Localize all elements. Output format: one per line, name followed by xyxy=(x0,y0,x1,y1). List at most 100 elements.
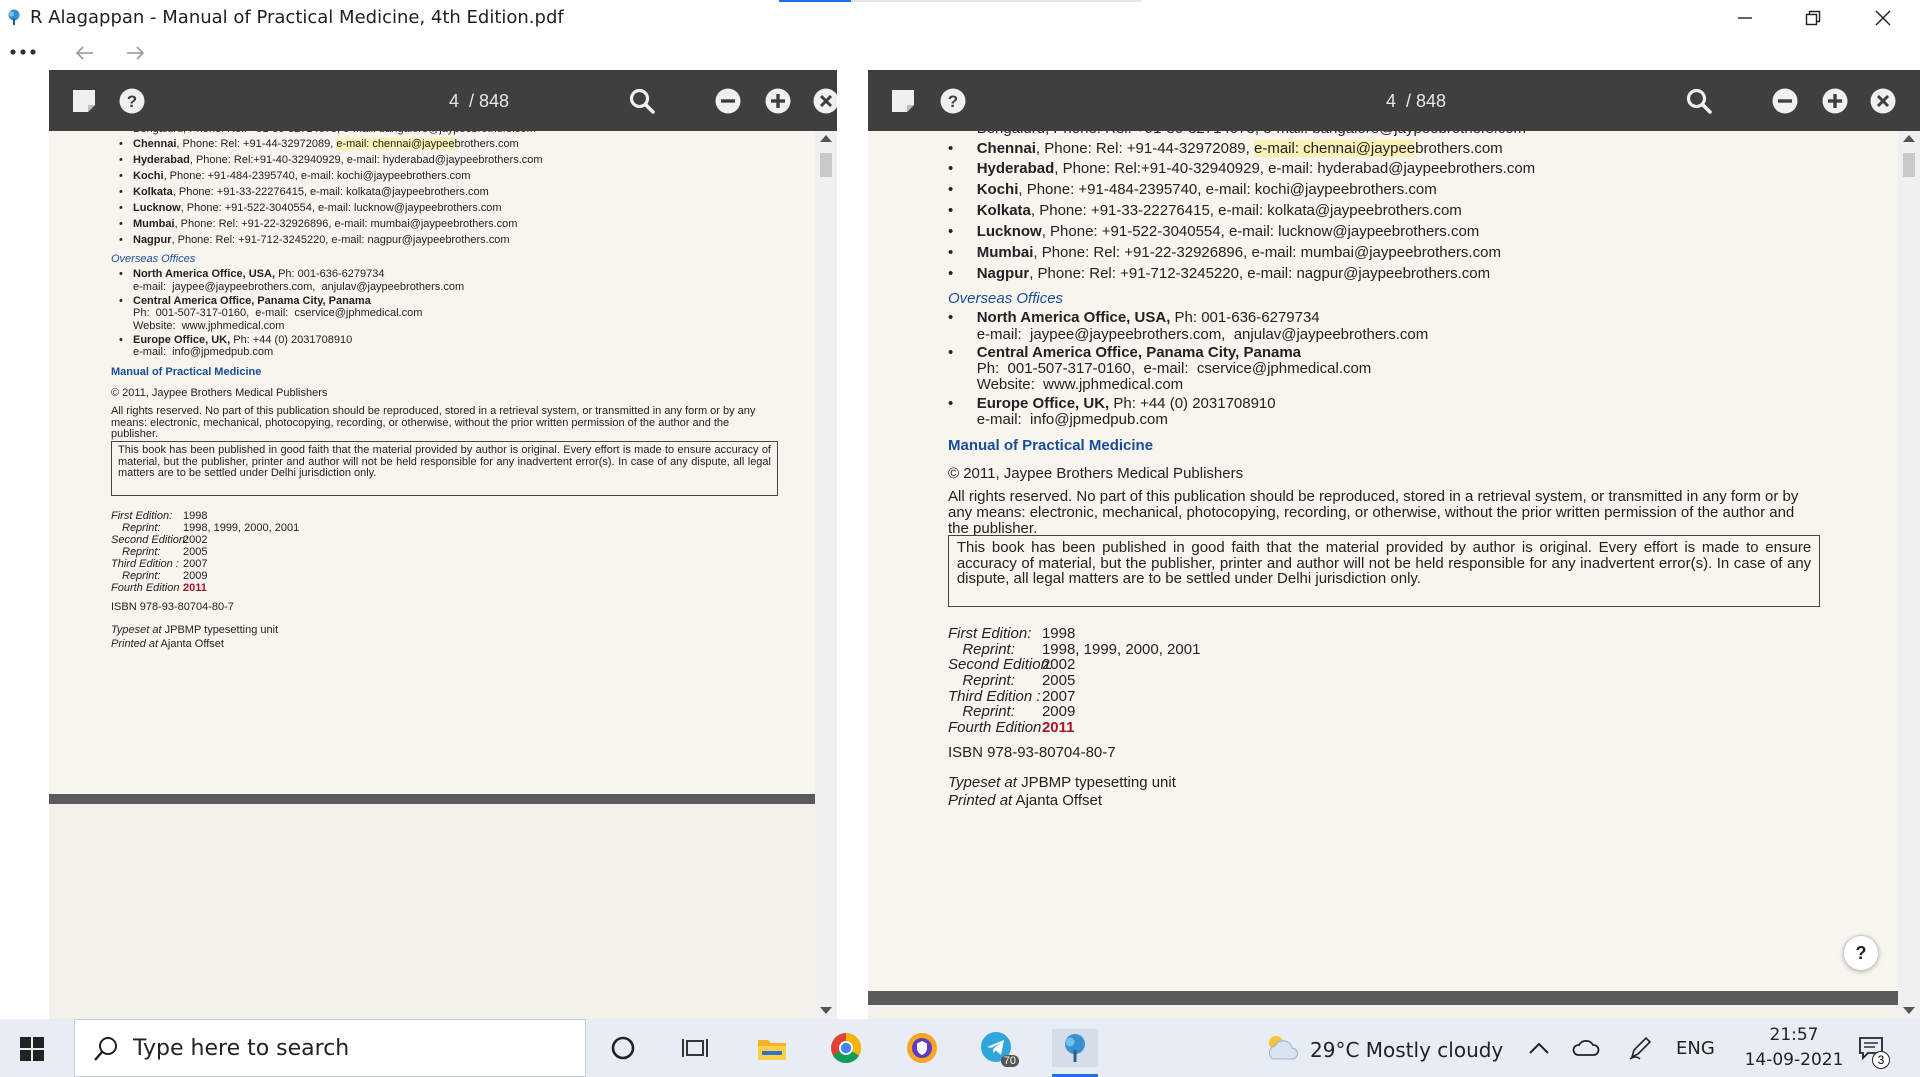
loading-progress xyxy=(779,0,1141,2)
note-icon[interactable] xyxy=(890,88,916,114)
office-city: Kolkata xyxy=(976,202,1031,220)
current-page[interactable]: 4 xyxy=(1386,91,1396,111)
edition-label: Third Edition : xyxy=(111,558,179,570)
pen-icon[interactable] xyxy=(1628,1035,1652,1061)
zoom-in-icon[interactable] xyxy=(765,88,791,114)
bullet: • xyxy=(119,154,123,166)
page-total: / 848 xyxy=(1406,91,1447,111)
office-contact: , Phone: +91-522-3040554, e-mail: luckno… xyxy=(1041,223,1480,241)
taskbar: Type here to search 70 29°C Mostly cloud… xyxy=(0,1019,1920,1077)
overseas-office: • Central America Office, Panama City, Pa… xyxy=(119,295,371,307)
clock-time[interactable]: 21:57 xyxy=(1744,1025,1844,1045)
office-city: Mumbai xyxy=(133,218,175,230)
highlighted-text[interactable]: e-mail: chennai@jaypee xyxy=(336,138,455,150)
office-city: Mumbai xyxy=(976,243,1034,261)
forward-button[interactable] xyxy=(120,41,150,65)
edition-row: Reprint: 1998, 1999, 2000, 2001 xyxy=(948,641,1200,658)
search-placeholder: Type here to search xyxy=(133,1036,350,1061)
minimize-button[interactable] xyxy=(1710,0,1780,36)
edition-row: Second Edition:2002 xyxy=(111,534,207,546)
search-icon[interactable] xyxy=(1686,88,1712,114)
back-button[interactable] xyxy=(70,41,100,65)
scrollbar-right[interactable] xyxy=(1898,131,1920,1020)
highlighted-text[interactable]: e-mail: chennai@jaypee xyxy=(1253,139,1416,157)
typeset-value: JPBMP typesetting unit xyxy=(1016,773,1176,791)
office-contact: , Phone: Rel:+91-40-32940929, e-mail: hy… xyxy=(189,154,543,166)
note-icon[interactable] xyxy=(71,88,97,114)
office-city: Nagpur xyxy=(133,234,172,246)
office-row: • Mumbai, Phone: Rel: +91-22-32926896, e-… xyxy=(948,243,1501,261)
office-contact: , Phone: Rel: +91-44-32972089, xyxy=(1035,139,1254,157)
office-city: Nagpur xyxy=(976,264,1030,282)
office-city: Hyderabad xyxy=(976,160,1055,178)
vpn-shield-icon xyxy=(907,1033,937,1063)
scroll-thumb[interactable] xyxy=(820,153,832,177)
printed-label: Printed at xyxy=(111,638,159,650)
zoom-out-icon[interactable] xyxy=(715,88,741,114)
cut-off-line: Bengaluru, Phone: Rel: +91-80-32714073, … xyxy=(133,131,536,135)
page-indicator-right[interactable]: 4 / 848 xyxy=(1386,91,1446,112)
scroll-up-arrow[interactable] xyxy=(1903,135,1915,142)
search-icon[interactable] xyxy=(629,88,655,114)
edition-row: Fourth Edition :2011 xyxy=(948,719,1075,736)
disclaimer-box: This book has been published in good fai… xyxy=(111,441,778,496)
clock-date[interactable]: 14-09-2021 xyxy=(1734,1050,1854,1070)
edition-year: 2011 xyxy=(1041,718,1075,736)
scroll-down-arrow[interactable] xyxy=(820,1007,832,1014)
chevron-up-icon[interactable] xyxy=(1528,1041,1550,1055)
restore-icon xyxy=(1805,10,1821,26)
edition-label: Second Edition: xyxy=(948,656,1054,674)
overseas-office-detail: e-mail: info@jpmedpub.com xyxy=(133,346,274,358)
zoom-out-icon[interactable] xyxy=(1772,88,1798,114)
help-icon[interactable]: ? xyxy=(119,88,145,114)
scroll-down-arrow[interactable] xyxy=(1903,1007,1915,1014)
weather-text[interactable]: 29°C Mostly cloudy xyxy=(1310,1038,1503,1062)
help-button[interactable]: ? xyxy=(1843,935,1879,971)
edition-label: Reprint: xyxy=(122,570,161,582)
printed-line: Printed at Ajanta Offset xyxy=(948,792,1102,809)
task-view-button[interactable] xyxy=(675,1029,715,1067)
next-page-right xyxy=(868,1005,1898,1020)
brave-button[interactable] xyxy=(902,1029,942,1067)
current-page[interactable]: 4 xyxy=(449,91,459,111)
edition-year: 2011 xyxy=(183,582,207,594)
overseas-office: • Europe Office, UK, Ph: +44 (0) 20317089… xyxy=(948,395,1276,412)
office-row: • Lucknow, Phone: +91-522-3040554, e-mail… xyxy=(119,202,502,214)
scroll-thumb[interactable] xyxy=(1903,153,1915,177)
office-city: Lucknow xyxy=(133,202,181,214)
zoom-in-icon[interactable] xyxy=(1822,88,1848,114)
pdf-pane-left: ? 4 / 848 Bengaluru, Phone: Rel: +91-80-… xyxy=(49,70,837,1020)
taskbar-search[interactable]: Type here to search xyxy=(74,1019,586,1077)
help-icon[interactable]: ? xyxy=(940,88,966,114)
weather-cloud-icon[interactable] xyxy=(1265,1033,1299,1063)
edition-row: First Edition: 1998 xyxy=(948,625,1075,642)
file-explorer-button[interactable] xyxy=(752,1029,792,1067)
printed-label: Printed at xyxy=(948,792,1013,810)
overseas-office-detail: Website: www.jphmedical.com xyxy=(976,376,1184,394)
office-city: Chennai xyxy=(133,138,177,150)
scroll-up-arrow[interactable] xyxy=(820,135,832,142)
overseas-office-phone: Ph: +44 (0) 2031708910 xyxy=(230,333,353,346)
close-pane-icon[interactable] xyxy=(1870,88,1896,114)
windows-start-icon[interactable] xyxy=(20,1037,44,1061)
office-row: • Kolkata, Phone: +91-33-22276415, e-mail… xyxy=(948,202,1462,220)
telegram-button[interactable]: 70 xyxy=(977,1029,1019,1067)
close-window-button[interactable] xyxy=(1848,0,1918,36)
office-contact: , Phone: Rel: +91-22-32926896, e-mail: m… xyxy=(174,218,518,230)
chrome-button[interactable] xyxy=(826,1029,866,1067)
cortana-button[interactable] xyxy=(603,1029,643,1067)
overseas-heading: Overseas Offices xyxy=(111,253,196,265)
more-options-icon[interactable] xyxy=(10,48,36,56)
bullet: • xyxy=(948,394,954,412)
restore-button[interactable] xyxy=(1778,0,1848,36)
onedrive-cloud-icon[interactable] xyxy=(1572,1037,1600,1057)
close-pane-icon[interactable] xyxy=(813,88,837,114)
bullet: • xyxy=(948,243,954,261)
next-page-left xyxy=(49,804,815,1020)
scrollbar-left[interactable] xyxy=(815,131,837,1020)
edition-year: 2007 xyxy=(183,558,208,570)
bullet: • xyxy=(119,268,123,280)
language-indicator[interactable]: ENG xyxy=(1676,1038,1715,1059)
page-indicator-left[interactable]: 4 / 848 xyxy=(449,91,509,112)
pdf-reader-button[interactable] xyxy=(1052,1029,1098,1067)
